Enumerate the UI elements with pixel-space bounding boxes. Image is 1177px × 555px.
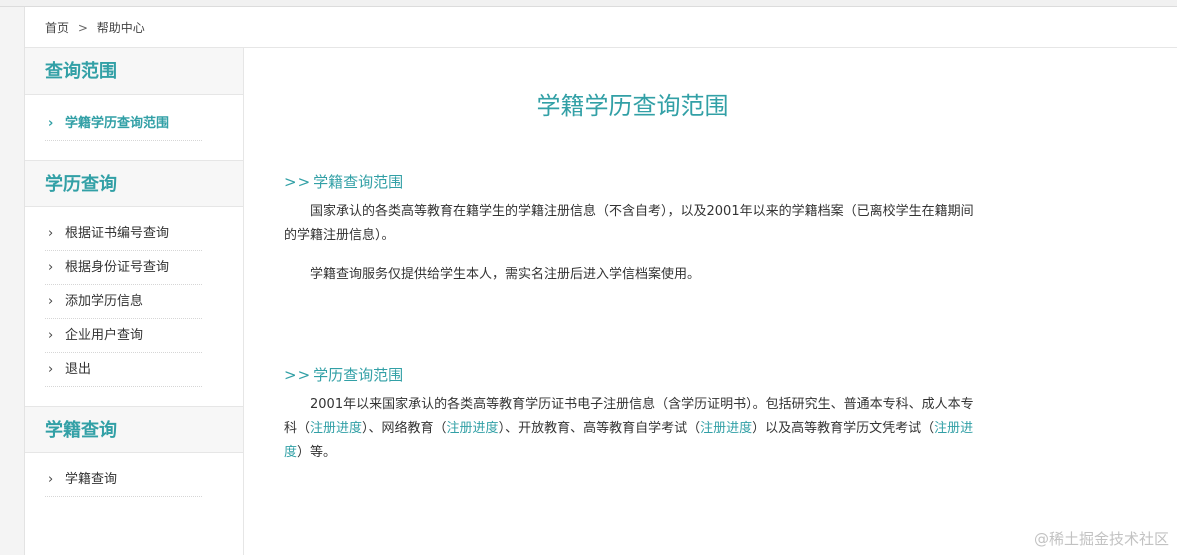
registration-progress-link-adult[interactable]: 注册进度	[310, 421, 362, 436]
sidebar-item-label: 企业用户查询	[65, 328, 144, 343]
double-chevron-icon: >>	[284, 366, 312, 384]
chevron-right-icon: ›	[48, 362, 54, 377]
enrollment-service-paragraph: 学籍查询服务仅提供给学生本人，需实名注册后进入学信档案使用。	[310, 267, 701, 282]
degree-text-4: ）以及高等教育学历文凭考试（	[752, 421, 935, 436]
page: 首页 > 帮助中心 查询范围 › 学籍学历查询范围 学历查询 › 根据证书编号查询 …	[0, 0, 1177, 555]
sidebar-list-scope: › 学籍学历查询范围	[25, 95, 243, 160]
sidebar-item-label: 添加学历信息	[65, 294, 144, 309]
sidebar-item-scope[interactable]: › 学籍学历查询范围	[45, 107, 202, 141]
sidebar-section-title-degree: 学历查询	[25, 160, 243, 207]
breadcrumb: 首页 > 帮助中心	[25, 8, 1177, 48]
sidebar-list-enrollment: › 学籍查询	[25, 453, 243, 497]
sidebar-section-title-scope: 查询范围	[25, 48, 243, 95]
section-heading-degree-scope: >> 学历查询范围	[284, 364, 403, 385]
sidebar-item-by-id-card[interactable]: › 根据身份证号查询	[45, 251, 202, 285]
section-heading-enrollment-scope: >> 学籍查询范围	[284, 171, 403, 192]
sidebar-item-label: 退出	[65, 362, 92, 377]
sidebar-list-degree: › 根据证书编号查询 › 根据身份证号查询 › 添加学历信息 › 企业用户查询 › 退出	[25, 207, 243, 406]
chevron-right-icon: ›	[48, 294, 54, 309]
page-title: 学籍学历查询范围	[536, 92, 729, 120]
sidebar-item-label: 学籍查询	[65, 472, 118, 487]
section-heading-label: 学历查询范围	[313, 366, 404, 384]
degree-scope-paragraph: 2001年以来国家承认的各类高等教育学历证书电子注册信息（含学历证明书）。包括研…	[284, 393, 984, 465]
sidebar-section-title-enrollment: 学籍查询	[25, 406, 243, 453]
sidebar-item-add-degree[interactable]: › 添加学历信息	[45, 285, 202, 319]
chevron-right-icon: ›	[48, 226, 54, 241]
sidebar-item-label: 学籍学历查询范围	[65, 116, 170, 131]
registration-progress-link-self-study[interactable]: 注册进度	[700, 421, 752, 436]
degree-text-2: ）、网络教育（	[362, 421, 447, 436]
degree-text-3: ）、开放教育、高等教育自学考试（	[498, 421, 701, 436]
browser-top-rule	[0, 0, 1177, 7]
double-chevron-icon: >>	[284, 173, 312, 191]
enrollment-scope-paragraph: 国家承认的各类高等教育在籍学生的学籍注册信息（不含自考），以及2001年以来的学…	[284, 204, 974, 243]
sidebar: 查询范围 › 学籍学历查询范围 学历查询 › 根据证书编号查询 › 根据身份证号查询 …	[25, 48, 244, 555]
sidebar-item-label: 根据证书编号查询	[65, 226, 170, 241]
main-content: 学籍学历查询范围 >> 学籍查询范围 国家承认的各类高等教育在籍学生的学籍注册信息…	[244, 48, 1177, 555]
degree-text-5: ）等。	[297, 445, 337, 460]
sidebar-item-by-certificate[interactable]: › 根据证书编号查询	[45, 217, 202, 251]
chevron-right-icon: ›	[48, 260, 54, 275]
section-heading-label: 学籍查询范围	[313, 173, 404, 191]
sidebar-item-enrollment-query[interactable]: › 学籍查询	[45, 463, 202, 497]
chevron-right-icon: ›	[48, 472, 54, 487]
breadcrumb-current: 帮助中心	[96, 21, 145, 35]
sidebar-item-label: 根据身份证号查询	[65, 260, 170, 275]
sidebar-item-enterprise[interactable]: › 企业用户查询	[45, 319, 202, 353]
sidebar-item-logout[interactable]: › 退出	[45, 353, 202, 387]
registration-progress-link-online[interactable]: 注册进度	[447, 421, 499, 436]
left-gutter	[0, 7, 25, 555]
watermark: @稀土掘金技术社区	[1033, 530, 1169, 548]
chevron-right-icon: ›	[48, 116, 54, 131]
breadcrumb-home-link[interactable]: 首页	[45, 21, 69, 35]
breadcrumb-separator: >	[77, 21, 88, 35]
chevron-right-icon: ›	[48, 328, 54, 343]
